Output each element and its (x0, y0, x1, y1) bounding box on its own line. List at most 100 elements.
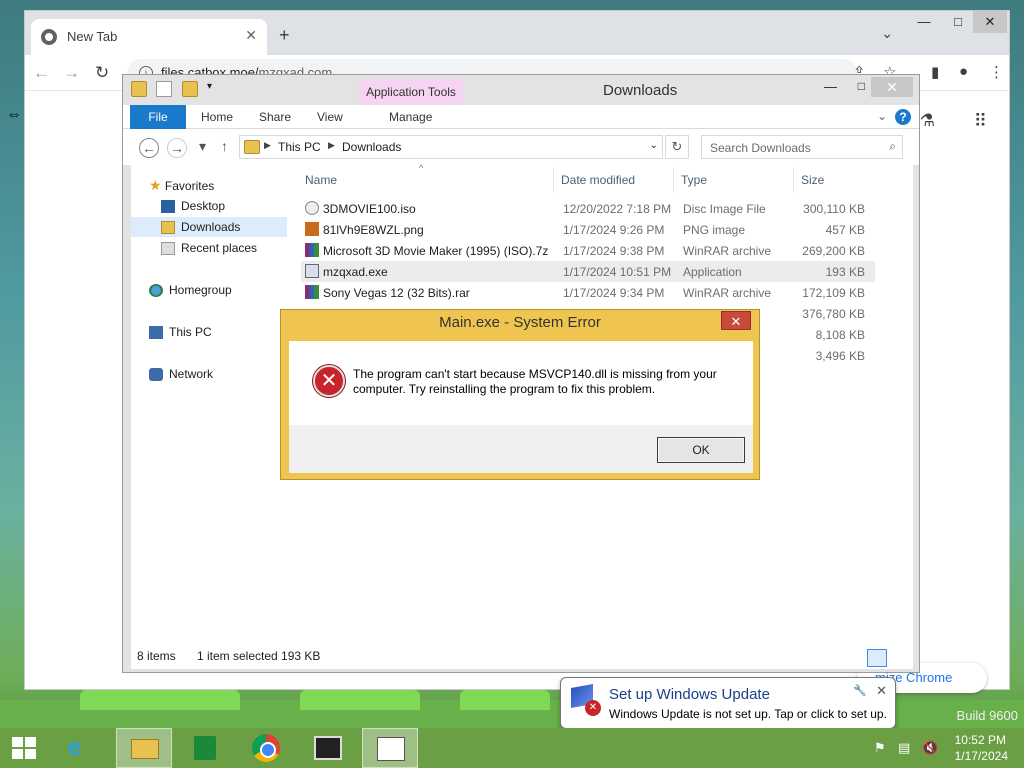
nav-desktop[interactable]: Desktop (161, 196, 225, 216)
file-row-selected[interactable]: mzqxad.exe 1/17/2024 10:51 PM Applicatio… (301, 261, 875, 282)
column-divider[interactable] (553, 167, 554, 193)
taskbar-main-app[interactable] (362, 728, 418, 768)
error-icon: ✕ (313, 365, 345, 397)
chrome-right-tools: ⇪ ☆ ▮ ● ⋮ (853, 61, 1004, 85)
explorer-minimize-button[interactable]: — (824, 79, 837, 94)
chrome-close-button[interactable]: ✕ (973, 11, 1007, 33)
back-arrow-icon[interactable]: ← (33, 63, 50, 83)
file-type: PNG image (683, 223, 746, 237)
breadcrumb[interactable]: ▶ This PC ▶ Downloads ⌄ (239, 135, 663, 159)
profile-icon[interactable]: ● (959, 63, 968, 80)
desktop-bush (80, 690, 240, 710)
forward-arrow-icon[interactable]: → (63, 63, 80, 83)
action-center-flag-icon[interactable]: ⚑ (874, 740, 886, 756)
help-icon[interactable]: ? (895, 109, 911, 125)
up-arrow-icon[interactable]: ↑ (221, 138, 228, 154)
search-input[interactable]: Search Downloads ⌕ (701, 135, 903, 159)
dialog-body: ✕ The program can't start because MSVCP1… (289, 341, 753, 473)
tab-close-icon[interactable]: ✕ (245, 27, 257, 44)
file-row[interactable]: 3DMOVIE100.iso 12/20/2022 7:18 PM Disc I… (301, 198, 875, 219)
breadcrumb-downloads[interactable]: Downloads (342, 140, 401, 154)
refresh-icon[interactable]: ↻ (665, 135, 689, 159)
navigation-pane: ★ Favorites Desktop Downloads Recent pla… (131, 165, 291, 645)
file-row[interactable]: 81lVh9E8WZL.png 1/17/2024 9:26 PM PNG im… (301, 219, 875, 240)
settings-wrench-icon[interactable]: 🔧 (853, 684, 867, 697)
column-header-date[interactable]: Date modified (561, 173, 635, 187)
start-button[interactable] (0, 728, 48, 768)
network-tray-icon[interactable]: ▤ (898, 740, 910, 756)
file-row[interactable]: Microsoft 3D Movie Maker (1995) (ISO).7z… (301, 240, 875, 261)
column-divider[interactable] (793, 167, 794, 193)
file-date: 1/17/2024 9:34 PM (563, 286, 665, 300)
kebab-menu-icon[interactable]: ⋮ (989, 63, 1004, 81)
explorer-forward-icon[interactable]: → (167, 138, 187, 158)
nav-favorites[interactable]: ★ Favorites (149, 175, 214, 195)
new-tab-button[interactable]: + (279, 25, 290, 46)
explorer-maximize-button[interactable]: □ (858, 79, 865, 93)
clock-time[interactable]: 10:52 PM (955, 733, 1006, 747)
sidebar-icon[interactable]: ▮ (931, 63, 939, 81)
volume-muted-icon[interactable]: 🔇 (922, 740, 938, 756)
recent-locations-chevron-icon[interactable]: ▾ (199, 138, 206, 155)
tab-home[interactable]: Home (201, 105, 233, 129)
tab-view[interactable]: View (317, 105, 343, 129)
chrome-maximize-button[interactable]: □ (941, 11, 975, 33)
taskbar: e ⚑ ▤ 🔇 10:52 PM 1/17/2024 (0, 728, 1024, 768)
dialog-title: Main.exe - System Error (439, 314, 601, 331)
large-icons-view-icon[interactable] (889, 649, 909, 667)
new-folder-icon[interactable] (181, 81, 198, 97)
labs-flask-icon[interactable]: ⚗ (920, 111, 935, 131)
nav-label: This PC (169, 325, 212, 339)
ok-button[interactable]: OK (657, 437, 745, 463)
chrome-tab-new-tab[interactable]: New Tab ✕ (31, 19, 267, 55)
nav-network[interactable]: Network (149, 364, 213, 384)
reload-icon[interactable]: ↻ (95, 63, 109, 83)
file-explorer-icon (131, 739, 159, 759)
winrar-archive-icon (305, 243, 319, 257)
main-app-icon (377, 737, 405, 761)
dialog-message-area: ✕ The program can't start because MSVCP1… (289, 341, 753, 425)
ribbon-expand-chevron-icon[interactable]: ⌄ (877, 109, 887, 123)
taskbar-store[interactable] (176, 728, 232, 768)
search-placeholder: Search Downloads (710, 141, 811, 155)
column-divider[interactable] (673, 167, 674, 193)
tab-manage[interactable]: Manage (389, 105, 432, 129)
breadcrumb-this-pc[interactable]: This PC (278, 140, 321, 154)
apps-grid-icon[interactable]: ⠿ (974, 111, 987, 132)
windows-update-notification[interactable]: ✕ Set up Windows Update Windows Update i… (560, 677, 896, 738)
path-dropdown-icon[interactable]: ⌄ (650, 140, 658, 151)
folder-icon[interactable] (131, 81, 147, 97)
taskbar-chrome[interactable] (238, 728, 294, 768)
nav-downloads[interactable]: Downloads (131, 217, 287, 237)
file-row[interactable]: Sony Vegas 12 (32 Bits).rar 1/17/2024 9:… (301, 282, 875, 303)
tab-share[interactable]: Share (259, 105, 291, 129)
breadcrumb-separator-icon[interactable]: ▶ (264, 140, 271, 151)
tab-file[interactable]: File (130, 105, 186, 129)
tab-search-chevron-icon[interactable]: ⌄ (881, 25, 893, 42)
explorer-close-button[interactable]: ✕ (871, 77, 913, 97)
file-name: mzqxad.exe (323, 265, 388, 279)
nav-homegroup[interactable]: Homegroup (149, 280, 232, 300)
nav-this-pc[interactable]: This PC (149, 322, 212, 342)
column-header-size[interactable]: Size (801, 173, 824, 187)
properties-icon[interactable] (156, 81, 173, 97)
file-date: 1/17/2024 9:38 PM (563, 244, 665, 258)
taskbar-video-app[interactable] (300, 728, 356, 768)
chrome-minimize-button[interactable]: — (907, 11, 941, 33)
details-view-icon[interactable] (867, 649, 887, 667)
taskbar-internet-explorer[interactable]: e (52, 728, 108, 768)
column-header-type[interactable]: Type (681, 173, 707, 187)
qat-dropdown-icon[interactable]: ▾ (207, 81, 217, 97)
clock-date[interactable]: 1/17/2024 (955, 749, 1008, 763)
notification-close-icon[interactable]: ✕ (876, 683, 887, 699)
notification-title: Set up Windows Update (609, 686, 770, 703)
taskbar-file-explorer[interactable] (116, 728, 172, 768)
breadcrumb-separator-icon[interactable]: ▶ (328, 140, 335, 151)
path-folder-icon (244, 140, 260, 154)
build-watermark: Build 9600 (956, 708, 1018, 723)
explorer-back-icon[interactable]: ← (139, 138, 159, 158)
chrome-favicon-icon (41, 29, 57, 45)
column-header-name[interactable]: Name (305, 173, 337, 187)
dialog-close-button[interactable]: ✕ (721, 311, 751, 330)
nav-recent-places[interactable]: Recent places (161, 238, 257, 258)
